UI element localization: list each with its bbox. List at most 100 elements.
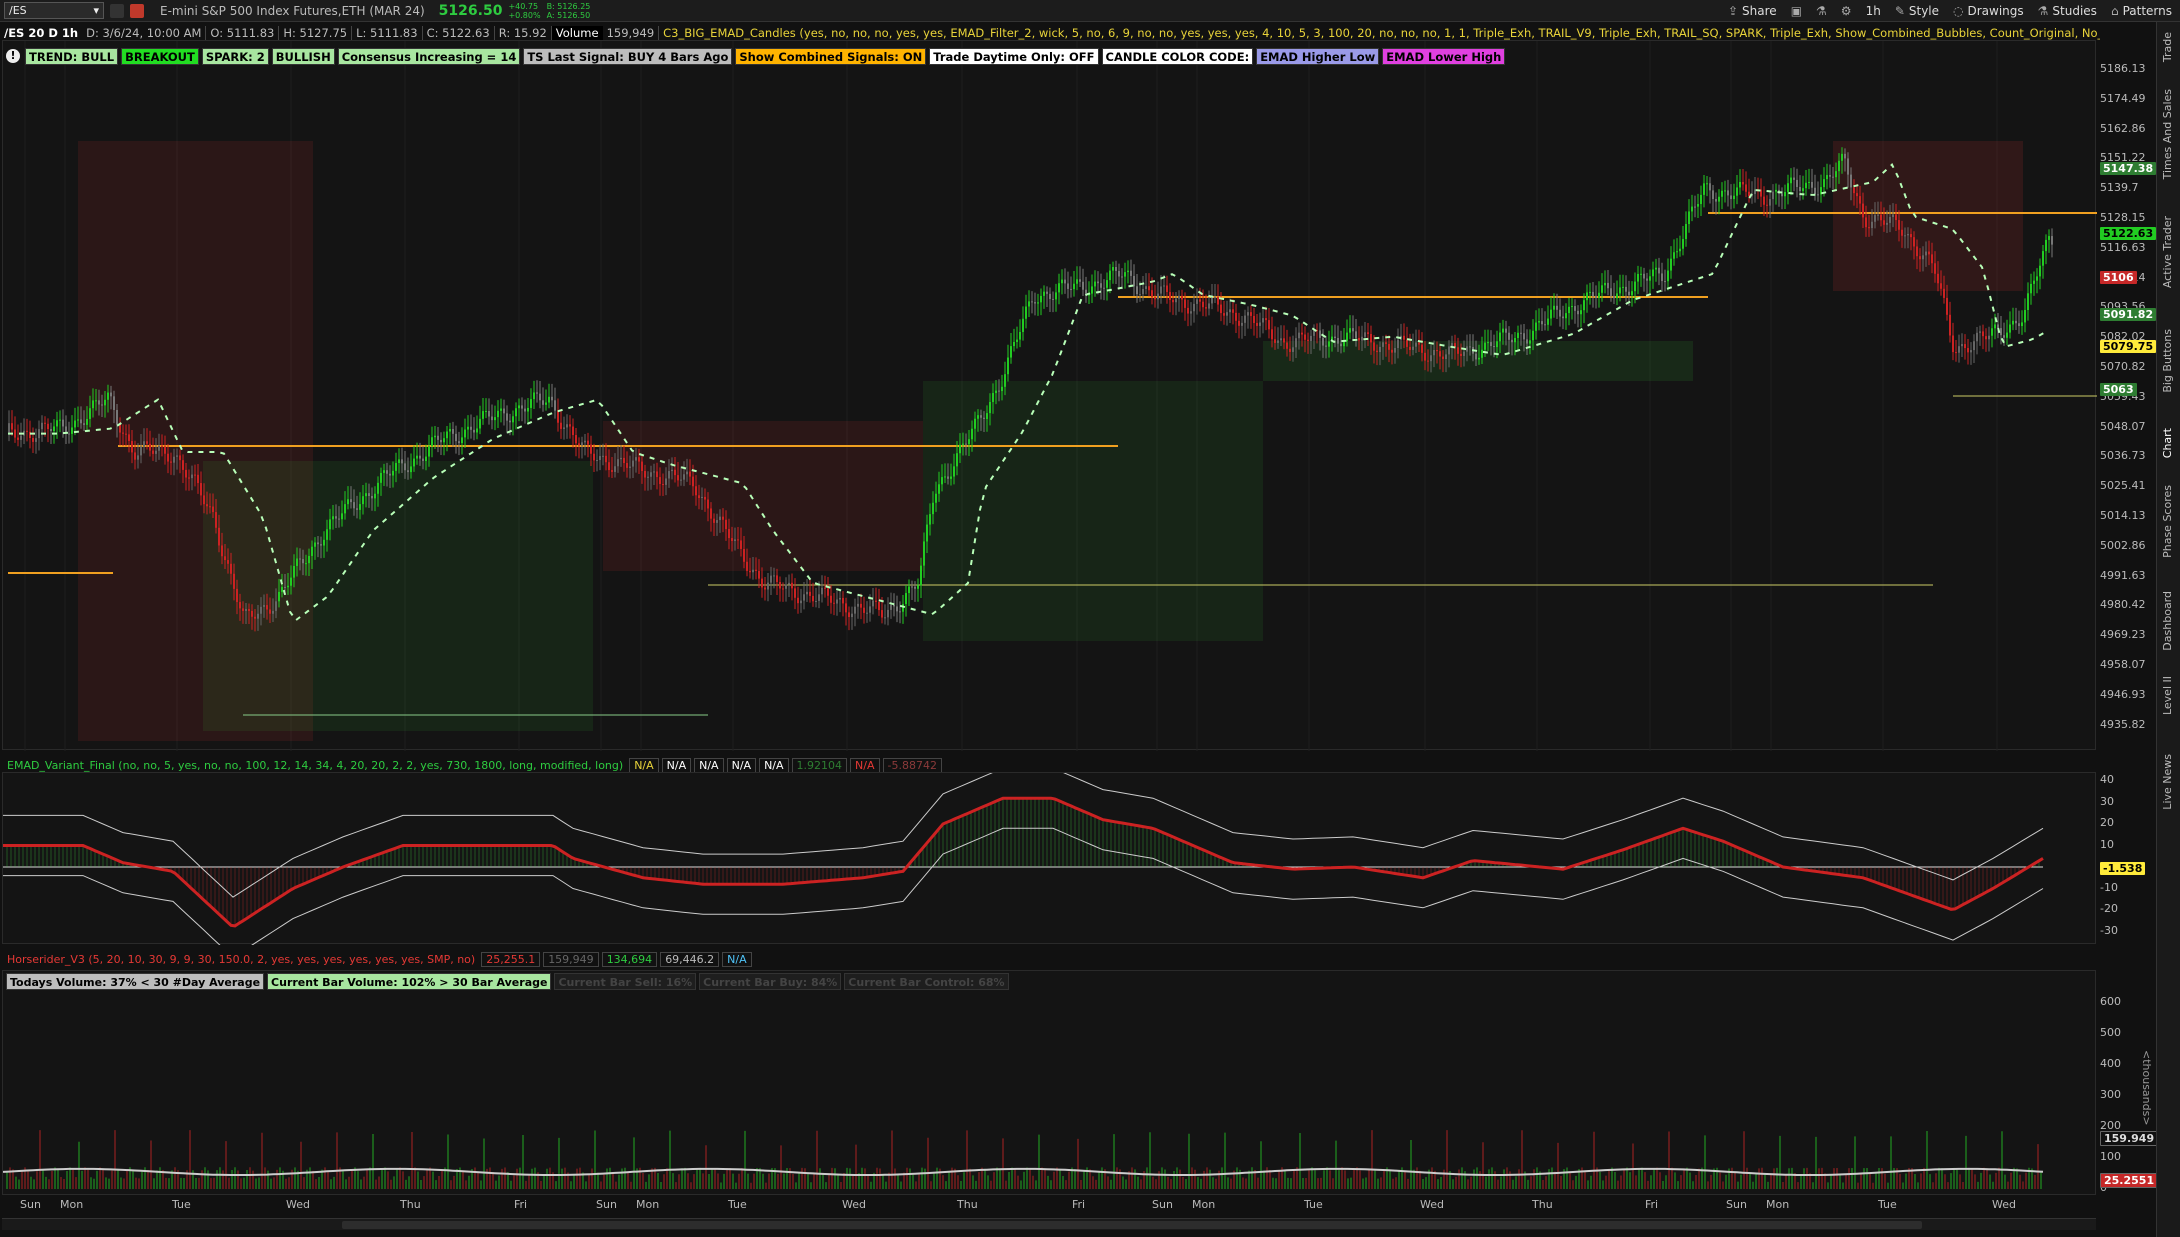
sidebar-tab[interactable]: Trade xyxy=(2161,32,2174,62)
candle-body xyxy=(743,548,745,562)
candle-body xyxy=(557,410,559,423)
price-chart[interactable] xyxy=(3,41,2097,751)
candle-body xyxy=(491,416,493,421)
timeframe-button[interactable]: 1h xyxy=(1866,4,1881,18)
candle-body xyxy=(110,392,112,397)
candle-body xyxy=(209,506,211,508)
candle-body xyxy=(617,459,619,467)
candle-body xyxy=(1100,283,1102,288)
study-parameters[interactable]: C3_BIG_EMAD_Candles (yes, no, no, no, ye… xyxy=(659,26,2100,40)
signal-labels: ! TREND: BULL BREAKOUT SPARK: 2 BULLISH Cons… xyxy=(6,47,1506,65)
candle-body xyxy=(1505,328,1507,333)
candle-body xyxy=(365,493,367,497)
axis-tick-label: 4969.23 xyxy=(2100,628,2146,642)
candle-body xyxy=(1025,306,1027,319)
link-icon[interactable] xyxy=(110,3,124,18)
candle-body xyxy=(1700,194,1702,205)
axis-tick-label: 200 xyxy=(2100,1119,2121,1132)
candle-body xyxy=(1988,335,1990,340)
drawings-button[interactable]: ◌ Drawings xyxy=(1953,4,2024,18)
studies-button[interactable]: ⚗ Studies xyxy=(2038,4,2097,18)
top-toolbar: /ES ▾ E-mini S&P 500 Index Futures,ETH (… xyxy=(0,0,2180,22)
candle-body xyxy=(1352,328,1354,332)
candle-body xyxy=(1433,350,1435,356)
candle-body xyxy=(956,453,958,467)
oscillator-panel[interactable] xyxy=(2,767,2097,958)
sidebar-tab[interactable]: Chart xyxy=(2161,428,2174,458)
candle-body xyxy=(344,504,346,514)
price-chart-panel[interactable] xyxy=(2,40,2097,751)
candle-body xyxy=(398,459,400,463)
symbol-selector[interactable]: /ES ▾ xyxy=(4,2,104,19)
volume-panel[interactable] xyxy=(2,970,2096,1195)
candle-body xyxy=(2045,239,2047,252)
candle-body xyxy=(671,469,673,472)
gear-icon[interactable]: ⚙ xyxy=(1841,4,1852,18)
patterns-button[interactable]: ⌂ Patterns xyxy=(2111,4,2172,18)
candle-body xyxy=(791,582,793,589)
sidebar-tab[interactable]: Live News xyxy=(2161,754,2174,810)
flag-icon[interactable] xyxy=(130,3,144,18)
axis-tick-label: 5174.49 xyxy=(2100,91,2146,105)
signal-label: BULLISH xyxy=(271,47,335,65)
candle-body xyxy=(1913,237,1915,247)
oscillator-axis[interactable]: 40 30 20 10 -10 -20 -30 -1.538 xyxy=(2100,772,2160,944)
axis-tick-label: 600 xyxy=(2100,995,2121,1008)
share-button[interactable]: ⇪ Share xyxy=(1728,4,1777,18)
sidebar-tab[interactable]: Big Buttons xyxy=(2161,329,2174,393)
candle-body xyxy=(1043,291,1045,296)
candle-body xyxy=(1493,346,1495,348)
price-axis[interactable]: 5186.13 5174.49 5162.86 5151.22 5139.7 5128.1… xyxy=(2100,40,2160,750)
info-icon[interactable]: ! xyxy=(6,49,20,63)
candle-body xyxy=(2024,310,2026,323)
volume-study-name[interactable]: Horserider_V3 (5, 20, 10, 30, 9, 9, 30, … xyxy=(4,953,478,966)
candle-body xyxy=(1460,353,1462,356)
sidebar-tab[interactable]: Level II xyxy=(2161,676,2174,715)
candle-body xyxy=(1262,318,1264,323)
oscillator-name[interactable]: EMAD_Variant_Final (no, no, 5, yes, no, … xyxy=(4,759,626,772)
candle-body xyxy=(1370,334,1372,343)
sidebar-tab[interactable]: Phase Scores xyxy=(2161,485,2174,558)
candle-body xyxy=(713,518,715,523)
candle-body xyxy=(1817,194,1819,196)
candle-body xyxy=(1322,337,1324,346)
sidebar-tab[interactable]: Times And Sales xyxy=(2161,89,2174,179)
candle-body xyxy=(461,437,463,444)
camera-icon[interactable]: ▣ xyxy=(1791,4,1802,18)
candle-body xyxy=(2015,320,2017,324)
time-axis[interactable]: Sun Mon Tue Wed Thu Fri Sun Mon Tue Wed Thu Fri Sun M… xyxy=(2,1197,2096,1213)
candle-body xyxy=(983,417,985,419)
style-button[interactable]: ✎ Style xyxy=(1895,4,1939,18)
candle-body xyxy=(674,469,676,476)
candle-body xyxy=(1424,352,1426,361)
candle-body xyxy=(158,445,160,451)
candle-body xyxy=(941,477,943,485)
sidebar-tab[interactable]: Dashboard xyxy=(2161,591,2174,651)
oscillator-chart[interactable] xyxy=(3,767,2097,958)
axis-tick-label: 5014.13 xyxy=(2100,509,2146,522)
candle-body xyxy=(1013,341,1015,347)
candle-body xyxy=(1217,297,1219,305)
candle-body xyxy=(1418,342,1420,345)
candle-body xyxy=(1223,313,1225,316)
candle-body xyxy=(995,390,997,394)
chevron-down-icon[interactable]: ▾ xyxy=(93,4,99,17)
candle-body xyxy=(1121,276,1123,278)
chart-scrollbar[interactable] xyxy=(2,1218,2096,1230)
scrollbar-thumb[interactable] xyxy=(342,1221,1922,1229)
flask-icon[interactable]: ⚗ xyxy=(1816,4,1827,18)
style-icon: ✎ xyxy=(1894,4,1905,18)
candle-body xyxy=(473,429,475,433)
candle-body xyxy=(1385,342,1387,344)
candle-body xyxy=(1328,341,1330,347)
candle-body xyxy=(767,582,769,590)
candle-body xyxy=(1619,287,1621,294)
sidebar-tab[interactable]: Active Trader xyxy=(2161,216,2174,288)
price-tag: 5091.82 xyxy=(2100,308,2157,321)
candle-body xyxy=(1796,179,1798,187)
candle-body xyxy=(194,474,196,476)
volume-chart[interactable] xyxy=(2,971,2097,1196)
candle-body xyxy=(1973,341,1975,351)
candle-body xyxy=(914,586,916,589)
time-axis-label: Mon xyxy=(636,1198,660,1211)
